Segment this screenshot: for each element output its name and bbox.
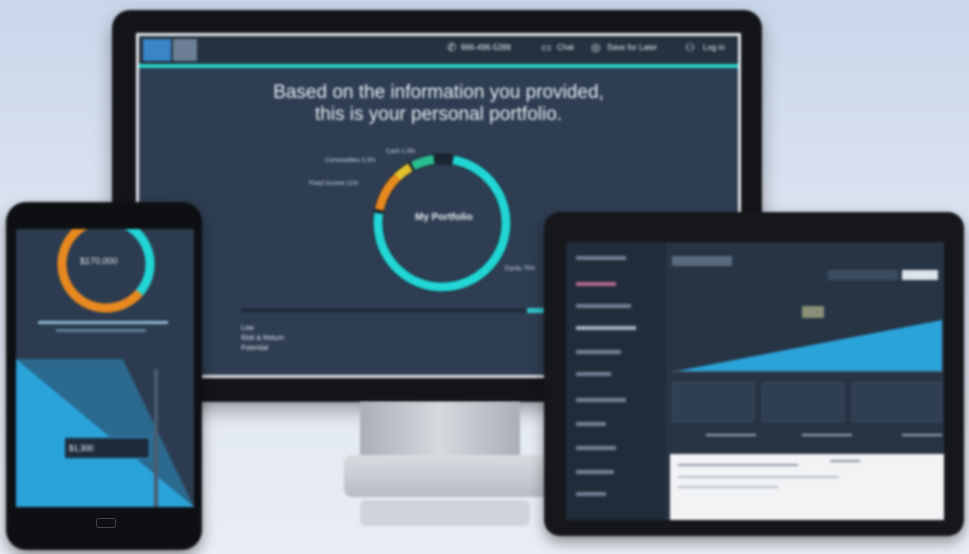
sidebar-item[interactable] <box>576 446 616 450</box>
phone-screen: $170,000 $1,300 <box>16 229 194 507</box>
segment-label-fixed-income: Fixed Income 11% <box>309 181 359 187</box>
tablet-text-line <box>678 464 798 466</box>
partner-logo <box>173 39 197 61</box>
headline-line-1: Based on the information you provided, <box>273 82 604 103</box>
login-link[interactable]: Log in <box>703 43 725 52</box>
tablet-info-panel[interactable] <box>852 382 942 422</box>
segment-label-cash: Cash 1.3% <box>386 149 416 155</box>
headline-line-2: this is your personal portfolio. <box>314 104 563 125</box>
phone-number-link[interactable]: 866-496-5288 <box>461 43 511 52</box>
tablet-chart-title <box>672 256 732 266</box>
tablet-screen <box>566 242 944 520</box>
portfolio-donut-chart <box>372 153 512 293</box>
sidebar-item[interactable] <box>576 372 611 376</box>
chat-icon: ▭ <box>541 42 552 54</box>
tablet-detail-panel <box>670 454 944 520</box>
risk-slider-track[interactable] <box>242 309 542 312</box>
chat-link[interactable]: Chat <box>557 43 574 52</box>
phone-donut-chart <box>57 229 155 313</box>
sidebar-item[interactable] <box>576 326 636 330</box>
save-for-later-link[interactable]: Save for Later <box>607 43 657 52</box>
phone-home-button[interactable] <box>96 518 116 528</box>
sidebar-item[interactable] <box>576 398 626 402</box>
tablet-area-chart <box>672 306 942 372</box>
phone-donut-label: $170,000 <box>80 256 118 266</box>
donut-center-label: My Portfolio <box>415 212 473 223</box>
tablet-sidebar <box>566 242 666 520</box>
save-icon: ◎ <box>591 42 601 54</box>
sidebar-item[interactable] <box>576 282 616 286</box>
tablet-divider <box>902 434 942 436</box>
tablet-info-panel[interactable] <box>762 382 844 422</box>
tablet-text-line <box>678 476 838 478</box>
phone-value-badge: $1,300 <box>64 437 150 459</box>
monitor-stand-base <box>344 455 554 497</box>
sidebar-item[interactable] <box>576 422 606 426</box>
donut-segment-equity <box>373 154 511 292</box>
risk-label-low: Low <box>241 325 254 332</box>
sidebar-item[interactable] <box>576 350 621 354</box>
top-nav-bar: ✆ 866-496-5288 ▭ Chat ◎ Save for Later ⚇… <box>139 36 738 68</box>
sidebar-item[interactable] <box>576 470 614 474</box>
donut-segment-commodities <box>373 154 511 292</box>
page-title: Based on the information you provided, t… <box>139 82 738 126</box>
donut-segment-cash <box>373 154 511 292</box>
sidebar-item[interactable] <box>576 492 606 496</box>
phone-legend-line <box>38 321 168 324</box>
monitor-stand-neck <box>360 402 520 460</box>
donut-segment-fixed-income <box>373 154 511 292</box>
sidebar-item[interactable] <box>576 256 626 260</box>
tablet-divider <box>706 434 756 436</box>
tablet-info-panel[interactable] <box>672 382 754 422</box>
tablet-text-line <box>678 486 778 488</box>
risk-slider-handle[interactable] <box>527 308 545 313</box>
user-icon: ⚇ <box>685 42 695 54</box>
segment-label-equity: Equity 75% <box>505 266 536 272</box>
sidebar-item[interactable] <box>576 304 631 308</box>
phone-legend-line-2 <box>56 329 146 332</box>
tablet-chart-tooltip <box>802 306 824 318</box>
tablet-text-line <box>830 460 860 462</box>
risk-label-potential: Potential <box>241 345 269 352</box>
tablet-divider <box>802 434 852 436</box>
phone-chart-marker <box>154 369 158 507</box>
phone-icon: ✆ <box>447 42 457 54</box>
tablet-area-fill <box>672 320 942 372</box>
monitor-stand-foot <box>360 500 530 526</box>
brand-logo[interactable] <box>143 39 171 61</box>
segment-label-commodities: Commodities 4.3% <box>325 158 376 164</box>
risk-label-risk-return: Risk & Return <box>241 335 285 342</box>
